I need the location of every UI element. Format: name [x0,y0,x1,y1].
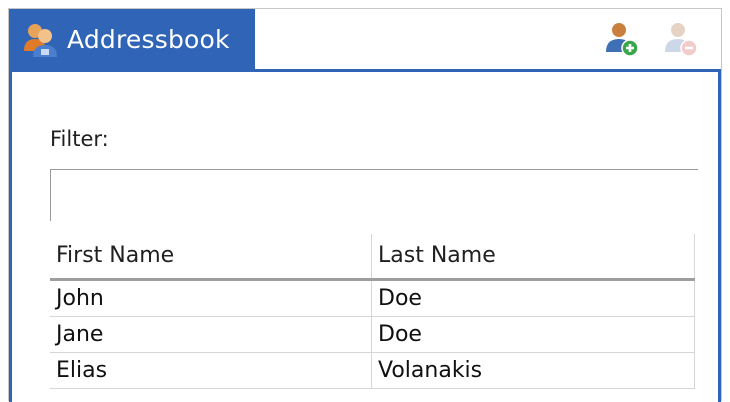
column-header-last-name[interactable]: Last Name [372,234,695,278]
addressbook-panel: Filter: First Name Last Name John Doe Ja… [9,69,721,402]
cell-last-name: Doe [372,317,695,352]
addressbook-window: Addressbook Filter: First Name Last Name… [8,8,722,402]
filter-label: Filter: [50,127,109,151]
tab-label: Addressbook [67,24,230,54]
cell-first-name: John [50,281,372,316]
cell-last-name: Volanakis [372,353,695,388]
filter-input[interactable] [50,169,698,221]
tab-addressbook[interactable]: Addressbook [9,9,255,69]
table-row[interactable]: Elias Volanakis [50,353,695,389]
remove-contact-icon [660,23,700,63]
add-contact-button[interactable] [601,19,641,59]
table-header: First Name Last Name [50,234,695,281]
column-header-first-name[interactable]: First Name [50,234,372,278]
add-contact-icon [601,23,641,63]
cell-first-name: Jane [50,317,372,352]
tab-bar: Addressbook [9,9,721,69]
addressbook-icon [21,19,61,59]
table-row[interactable]: John Doe [50,281,695,317]
remove-contact-button[interactable] [660,19,700,59]
table-row[interactable]: Jane Doe [50,317,695,353]
cell-first-name: Elias [50,353,372,388]
cell-last-name: Doe [372,281,695,316]
contacts-table: First Name Last Name John Doe Jane Doe E… [50,234,695,389]
